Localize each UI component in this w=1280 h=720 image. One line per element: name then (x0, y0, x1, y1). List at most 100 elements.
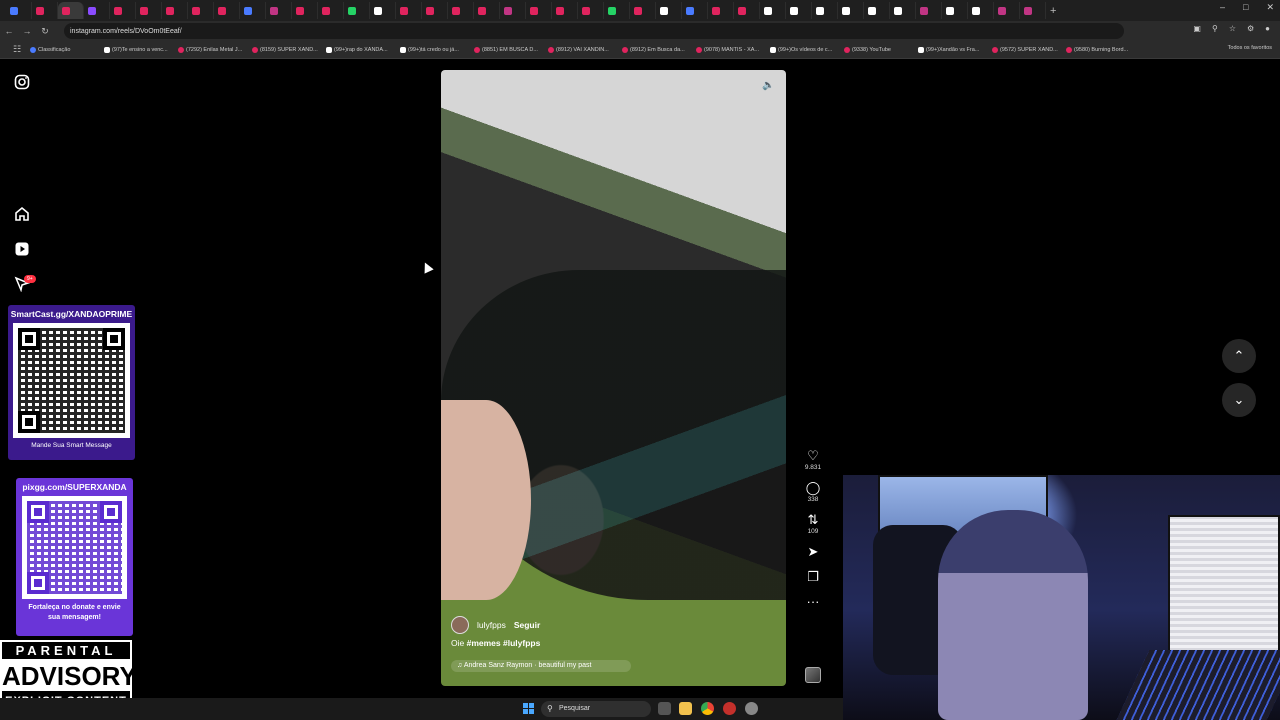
browser-tab[interactable] (396, 2, 422, 19)
tab-favicon-icon (322, 6, 330, 15)
browser-tab[interactable] (604, 2, 630, 19)
more-options-button[interactable]: ··· (800, 594, 826, 610)
reload-icon[interactable]: ↻ (36, 26, 54, 37)
chrome-icon[interactable] (701, 702, 714, 715)
browser-tab[interactable] (136, 2, 162, 19)
bookmark-favicon-icon (622, 46, 628, 53)
bookmark-item[interactable]: (9338) YouTube (844, 46, 914, 53)
browser-tab[interactable] (786, 2, 812, 19)
browser-tab[interactable] (942, 2, 968, 19)
browser-tab[interactable] (500, 2, 526, 19)
author-username[interactable]: lulyfpps (477, 620, 506, 630)
browser-tab[interactable] (968, 2, 994, 19)
browser-tab[interactable] (344, 2, 370, 19)
bookmark-item[interactable]: (8851) EM BUSCA D... (474, 46, 544, 53)
zoom-icon[interactable]: ⚲ (1212, 24, 1218, 33)
close-icon[interactable]: ✕ (1266, 2, 1274, 13)
browser-tab[interactable] (240, 2, 266, 19)
bookmark-item[interactable]: (97)Te ensino a venc... (104, 46, 174, 53)
task-view-icon[interactable] (658, 702, 671, 715)
browser-tab[interactable] (448, 2, 474, 19)
browser-tab[interactable] (890, 2, 916, 19)
previous-reel-button[interactable]: ⌃ (1222, 339, 1256, 373)
browser-tab[interactable] (188, 2, 214, 19)
bookmark-item[interactable]: (8912) Em Busca da... (622, 46, 692, 53)
browser-tab[interactable] (838, 2, 864, 19)
browser-tab[interactable] (1020, 2, 1046, 19)
comment-button[interactable]: ◯ 338 (800, 480, 826, 503)
browser-tab[interactable] (526, 2, 552, 19)
follow-button[interactable]: Seguir (514, 620, 540, 630)
bookmark-item[interactable]: (99+)Xandão vs Fra... (918, 46, 988, 53)
caption-hashtags[interactable]: #memes #lulyfpps (467, 638, 541, 648)
all-bookmarks-button[interactable]: Todos os favoritos (1228, 45, 1272, 51)
author-avatar[interactable] (451, 616, 469, 634)
settings-icon[interactable] (745, 702, 758, 715)
maximize-icon[interactable]: □ (1243, 2, 1248, 13)
bookmark-item[interactable]: (8912) VAI XANDIN... (548, 46, 618, 53)
browser-tab[interactable] (58, 2, 84, 19)
volume-icon[interactable]: 🔈 (762, 80, 776, 94)
apps-grid-icon[interactable]: ☷ (8, 44, 26, 55)
browser-tab[interactable] (292, 2, 318, 19)
save-button[interactable]: ❐ (800, 569, 826, 585)
browser-tab[interactable] (994, 2, 1020, 19)
bookmark-item[interactable]: (99+)tá credo ou já... (400, 46, 470, 53)
browser-tab[interactable] (656, 2, 682, 19)
browser-tab[interactable] (162, 2, 188, 19)
browser-tab[interactable] (682, 2, 708, 19)
windows-start-icon[interactable] (523, 703, 534, 714)
file-explorer-icon[interactable] (679, 702, 692, 715)
reel-actions: ♡ 9.831 ◯ 338 ⇅ 109 ➤ ❐ ··· (800, 448, 826, 619)
audio-thumbnail[interactable] (805, 667, 821, 683)
bookmark-item[interactable]: (99+)Os vídeos de c... (770, 46, 840, 53)
browser-tab[interactable] (422, 2, 448, 19)
browser-tab[interactable] (318, 2, 344, 19)
browser-tab[interactable] (552, 2, 578, 19)
star-icon[interactable]: ☆ (1229, 24, 1236, 33)
tab-favicon-icon (946, 6, 954, 15)
home-icon[interactable] (14, 206, 30, 222)
reels-icon[interactable] (14, 241, 30, 257)
browser-tab[interactable] (812, 2, 838, 19)
like-button[interactable]: ♡ 9.831 (800, 448, 826, 471)
browser-tab[interactable] (734, 2, 760, 19)
browser-tab[interactable] (916, 2, 942, 19)
next-reel-button[interactable]: ⌄ (1222, 383, 1256, 417)
browser-tab[interactable] (760, 2, 786, 19)
address-bar[interactable]: instagram.com/reels/DVoOm0tEeaf/ (64, 23, 1124, 39)
browser-tab[interactable] (32, 2, 58, 19)
browser-tab[interactable] (110, 2, 136, 19)
bookmark-item[interactable]: (8159) SUPER XAND... (252, 46, 322, 53)
browser-tab[interactable] (6, 2, 32, 19)
reel-video[interactable]: 🔈 lulyfpps Seguir Oie #memes #lulyfpps ♫… (441, 70, 786, 686)
browser-tab[interactable] (578, 2, 604, 19)
browser-tab[interactable] (864, 2, 890, 19)
browser-tab[interactable] (630, 2, 656, 19)
share-button[interactable]: ➤ (800, 544, 826, 560)
extensions-icon[interactable]: ⚙ (1247, 24, 1254, 33)
new-tab-button[interactable]: + (1050, 5, 1056, 17)
back-icon[interactable]: ← (0, 26, 18, 36)
install-icon[interactable]: ▣ (1193, 24, 1201, 33)
instagram-logo-icon[interactable] (14, 74, 30, 90)
minimize-icon[interactable]: – (1220, 2, 1225, 13)
profile-icon[interactable]: ● (1265, 24, 1270, 33)
bookmark-item[interactable]: (9078) MANTIS - XA... (696, 46, 766, 53)
browser-tab[interactable] (474, 2, 500, 19)
browser-tab[interactable] (84, 2, 110, 19)
bookmark-item[interactable]: (9580) Burning Bord... (1066, 46, 1136, 53)
bookmark-item[interactable]: (9572) SUPER XAND... (992, 46, 1062, 53)
repost-button[interactable]: ⇅ 109 (800, 512, 826, 535)
browser-tab[interactable] (214, 2, 240, 19)
browser-tab[interactable] (708, 2, 734, 19)
bookmark-item[interactable]: (99+)rap do XANDÃ... (326, 46, 396, 53)
browser-tab[interactable] (266, 2, 292, 19)
browser-tab[interactable] (370, 2, 396, 19)
bookmark-item[interactable]: Classificação (30, 46, 100, 53)
reel-audio-track[interactable]: ♫ Andrea Sanz Raymon · beautiful my past (451, 660, 631, 672)
bookmark-item[interactable]: (7292) Enilas Metal J... (178, 46, 248, 53)
taskbar-search[interactable]: ⚲ Pesquisar (541, 701, 651, 717)
taskbar-app-icon[interactable] (723, 702, 736, 715)
forward-icon[interactable]: → (18, 26, 36, 36)
